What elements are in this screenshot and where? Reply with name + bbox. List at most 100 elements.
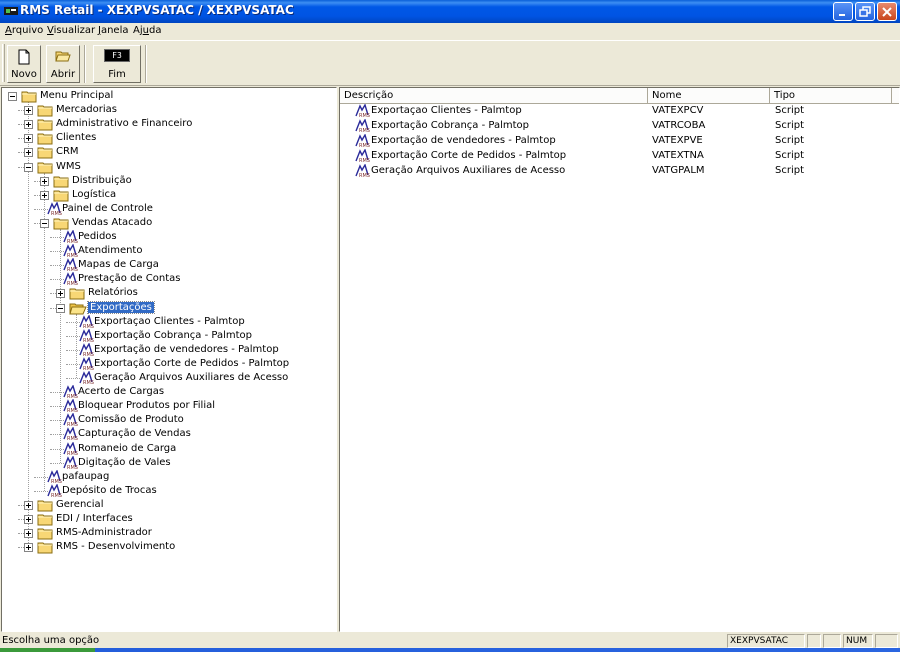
expand-icon[interactable] bbox=[24, 500, 33, 510]
toolbar-separator bbox=[84, 45, 86, 83]
f3-key-icon: F3 bbox=[104, 49, 130, 62]
tree-item-folder[interactable]: Distribuição bbox=[2, 174, 336, 188]
expand-icon[interactable] bbox=[40, 176, 49, 186]
expand-icon[interactable] bbox=[24, 120, 33, 130]
tree-item-folder[interactable]: Administrativo e Financeiro bbox=[2, 117, 336, 131]
tree-item-script[interactable]: RMS Depósito de Trocas bbox=[2, 483, 336, 499]
expand-icon[interactable] bbox=[24, 106, 33, 116]
menu-janela[interactable]: Janela bbox=[98, 25, 128, 36]
expand-icon[interactable] bbox=[40, 190, 49, 200]
tree-item-folder[interactable]: CRM bbox=[2, 145, 336, 159]
list-item[interactable]: RMS Exportação de vendedores - Palmtop VAT… bbox=[340, 133, 899, 149]
column-nome[interactable]: Nome bbox=[648, 88, 770, 104]
status-panel-empty bbox=[823, 634, 841, 648]
column-descricao[interactable]: Descrição bbox=[340, 88, 648, 104]
tree-item-script[interactable]: RMS Exportação Corte de Pedidos - Palmtop bbox=[2, 356, 336, 372]
expand-icon[interactable] bbox=[24, 148, 33, 158]
status-message: Escolha uma opção bbox=[2, 635, 100, 646]
tree-item-folder[interactable]: Clientes bbox=[2, 131, 336, 145]
fim-label: Fim bbox=[108, 69, 126, 80]
tree-item-folder[interactable]: Vendas Atacado bbox=[2, 216, 336, 230]
status-program: XEXPVSATAC bbox=[727, 634, 805, 648]
maximize-button[interactable] bbox=[855, 2, 875, 21]
expand-icon[interactable] bbox=[24, 134, 33, 144]
minimize-button[interactable] bbox=[833, 2, 853, 21]
tree-item-label: WMS bbox=[56, 160, 81, 172]
tree-item-label: RMS - Desenvolvimento bbox=[56, 541, 176, 553]
tree-item-folder[interactable]: Menu Principal bbox=[2, 89, 336, 103]
collapse-icon[interactable] bbox=[8, 92, 17, 101]
tree-item-folder[interactable]: Relatórios bbox=[2, 286, 336, 300]
cell-nome: VATRCOBA bbox=[652, 120, 706, 131]
program-list[interactable]: Descrição Nome Tipo RMS Exportaçao Client… bbox=[339, 87, 900, 632]
tree-item-label: CRM bbox=[56, 146, 79, 158]
tree-item-script[interactable]: RMS Painel de Controle bbox=[2, 201, 336, 217]
tree-item-script[interactable]: RMS Exportação de vendedores - Palmtop bbox=[2, 342, 336, 358]
list-item[interactable]: RMS Geração Arquivos Auxiliares de Acesso… bbox=[340, 163, 899, 179]
tree-item-folder[interactable]: WMS bbox=[2, 160, 336, 174]
list-item[interactable]: RMS Exportação Cobrança - Palmtop VATRCOBA… bbox=[340, 118, 899, 134]
fim-button[interactable]: F3 Fim bbox=[93, 45, 141, 83]
tree-item-label: Relatórios bbox=[88, 287, 138, 299]
tree-item-folder[interactable]: Gerencial bbox=[2, 498, 336, 512]
tree-item-script[interactable]: RMS Exportaçao Clientes - Palmtop bbox=[2, 313, 336, 330]
tree-item-folder[interactable]: EDI / Interfaces bbox=[2, 512, 336, 526]
tree-item-script[interactable]: RMS Comissão de Produto bbox=[2, 412, 336, 428]
title-bar[interactable]: RMS Retail - XEXPVSATAC / XEXPVSATAC bbox=[0, 0, 900, 23]
menu-visualizar[interactable]: Visualizar bbox=[47, 25, 95, 36]
cell-tipo: Script bbox=[775, 105, 805, 116]
tree-item-label: Administrativo e Financeiro bbox=[56, 118, 193, 130]
list-item[interactable]: RMS Exportaçao Clientes - Palmtop VATEXPCV… bbox=[340, 103, 899, 119]
menu-ajuda[interactable]: Ajuda bbox=[133, 25, 161, 36]
column-tipo[interactable]: Tipo bbox=[770, 88, 892, 104]
expand-icon[interactable] bbox=[24, 515, 33, 524]
cell-nome: VATEXTNA bbox=[652, 150, 704, 161]
tree-item-script[interactable]: RMS Mapas de Carga bbox=[2, 257, 336, 273]
tree-item-script[interactable]: RMS Capturação de Vendas bbox=[2, 426, 336, 442]
toolbar-grip[interactable] bbox=[2, 44, 5, 82]
expand-icon[interactable] bbox=[24, 543, 33, 553]
cell-tipo: Script bbox=[775, 120, 805, 131]
svg-text:RMS: RMS bbox=[359, 128, 370, 133]
expand-icon[interactable] bbox=[24, 529, 33, 539]
collapse-icon[interactable] bbox=[40, 218, 49, 228]
tree-item-folder[interactable]: Mercadorias bbox=[2, 103, 336, 117]
tree-item-script[interactable]: RMS pafaupag bbox=[2, 468, 336, 485]
tree-item-script[interactable]: RMS Exportação Cobrança - Palmtop bbox=[2, 327, 336, 344]
menu-tree[interactable]: Menu Principal Mercadorias Administrativo … bbox=[1, 87, 337, 632]
tree-item-folder[interactable]: Logística bbox=[2, 188, 336, 202]
collapse-icon[interactable] bbox=[56, 303, 65, 313]
tree-item-label: Exportação de vendedores - Palmtop bbox=[94, 343, 279, 355]
svg-text:RMS: RMS bbox=[359, 173, 370, 178]
tree-item-script[interactable]: RMS Atendimento bbox=[2, 243, 336, 259]
tree-item-label: Geração Arquivos Auxiliares de Acesso bbox=[94, 372, 289, 383]
novo-button[interactable]: Novo bbox=[7, 45, 41, 83]
tree-item-script[interactable]: RMS Pedidos bbox=[2, 229, 336, 245]
toolbar-separator bbox=[145, 45, 147, 83]
tree-item-label: Exportação Cobrança - Palmtop bbox=[94, 329, 253, 341]
list-item[interactable]: RMS Exportação Corte de Pedidos - Palmtop… bbox=[340, 148, 899, 164]
tree-item-script[interactable]: RMS Prestação de Contas bbox=[2, 271, 336, 287]
tree-item-script[interactable]: RMS Geração Arquivos Auxiliares de Acesso bbox=[2, 370, 336, 386]
tree-item-label: Vendas Atacado bbox=[72, 216, 153, 228]
tree-item-label: Romaneio de Carga bbox=[78, 442, 177, 454]
tree-item-folder[interactable]: RMS-Administrador bbox=[2, 526, 336, 540]
tree-item-folder[interactable]: RMS - Desenvolvimento bbox=[2, 540, 336, 557]
tree-item-folder[interactable]: Exportações bbox=[2, 300, 336, 315]
tree-item-label: Painel de Controle bbox=[62, 202, 153, 214]
tree-item-script[interactable]: RMS Bloquear Produtos por Filial bbox=[2, 398, 336, 414]
tree-item-label: Gerencial bbox=[56, 498, 104, 510]
collapse-icon[interactable] bbox=[24, 162, 33, 172]
tree-item-script[interactable]: RMS Romaneio de Carga bbox=[2, 440, 336, 457]
tree-item-script[interactable]: RMS Digitação de Vales bbox=[2, 454, 336, 471]
cell-tipo: Script bbox=[775, 165, 805, 176]
abrir-button[interactable]: Abrir bbox=[46, 45, 80, 83]
close-button[interactable] bbox=[877, 2, 897, 21]
cell-descricao: Exportaçao Clientes - Palmtop bbox=[371, 105, 522, 116]
cell-nome: VATEXPCV bbox=[652, 105, 704, 116]
folder-icon bbox=[37, 541, 54, 557]
expand-icon[interactable] bbox=[56, 289, 65, 299]
menu-arquivo[interactable]: Arquivo bbox=[5, 25, 43, 36]
tree-item-label: Comissão de Produto bbox=[78, 414, 184, 426]
tree-item-script[interactable]: RMS Acerto de Cargas bbox=[2, 384, 336, 400]
